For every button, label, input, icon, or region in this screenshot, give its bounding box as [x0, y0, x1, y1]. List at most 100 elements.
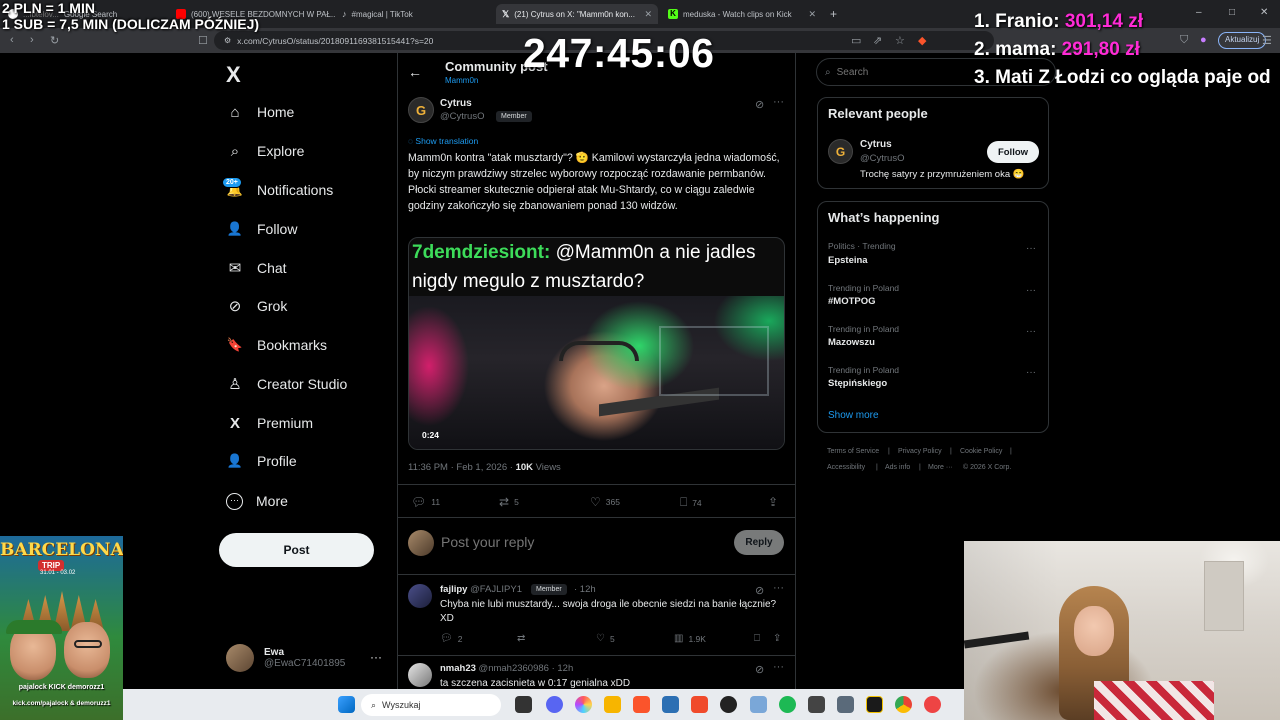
- app-icon[interactable]: [837, 696, 854, 713]
- nav-explore[interactable]: ⌕ Explore: [226, 141, 305, 161]
- footer-ads-info[interactable]: Ads info: [885, 464, 910, 471]
- x-logo-icon[interactable]: X: [226, 62, 241, 88]
- star-icon[interactable]: ☆: [895, 34, 905, 47]
- grok-icon[interactable]: ⊘: [755, 98, 764, 111]
- reply-button[interactable]: Reply: [734, 530, 784, 555]
- nav-notifications[interactable]: 🔔 Notifications: [226, 180, 333, 200]
- repost-action[interactable]: ⇄: [517, 633, 525, 644]
- relevant-person-handle[interactable]: @CytrusO: [860, 153, 904, 164]
- share-action[interactable]: ⇪: [768, 495, 778, 509]
- more-options-icon[interactable]: ···: [773, 582, 784, 594]
- windows-start-icon[interactable]: [338, 696, 355, 713]
- cast-icon[interactable]: ▭: [851, 34, 861, 47]
- discord-icon[interactable]: [546, 696, 563, 713]
- file-explorer-icon[interactable]: [604, 696, 621, 713]
- avatar[interactable]: [408, 584, 432, 608]
- trend-item[interactable]: #MOTPOG: [828, 296, 876, 307]
- creator-studio-icon: ♙: [228, 376, 242, 393]
- back-arrow-icon[interactable]: ←: [408, 64, 422, 80]
- nav-more[interactable]: ⋯ More: [226, 491, 288, 511]
- comment-handle[interactable]: @FAJLIPY1: [470, 584, 522, 595]
- more-options-icon[interactable]: ···: [1026, 285, 1036, 296]
- obs-icon[interactable]: [720, 696, 737, 713]
- bookmark-action[interactable]: ⎕ 74: [680, 495, 702, 510]
- account-more-icon[interactable]: ···: [370, 650, 382, 664]
- comment-handle[interactable]: @nmah2360986: [479, 663, 549, 674]
- like-action[interactable]: ♡ 365: [590, 495, 620, 509]
- nav-home[interactable]: ⌂ Home: [226, 102, 294, 122]
- chrome-icon[interactable]: [895, 696, 912, 713]
- close-tab-icon[interactable]: ✕: [644, 9, 652, 20]
- more-options-icon[interactable]: ···: [773, 661, 784, 673]
- grok-icon[interactable]: ⊘: [755, 663, 764, 676]
- relevant-person-name[interactable]: Cytrus: [860, 139, 892, 150]
- views-action[interactable]: ▥ 1.9K: [674, 633, 706, 644]
- reply-input[interactable]: [441, 534, 721, 550]
- tweet-author-handle[interactable]: @CytrusO: [440, 111, 484, 122]
- post-button[interactable]: Post: [219, 533, 374, 567]
- new-tab-button[interactable]: +: [824, 4, 844, 24]
- brave-icon[interactable]: [633, 696, 650, 713]
- copilot-icon[interactable]: [575, 696, 592, 713]
- like-action[interactable]: ♡ 5: [596, 633, 615, 644]
- app-icon[interactable]: [662, 696, 679, 713]
- app-icon[interactable]: [691, 696, 708, 713]
- show-more-link[interactable]: Show more: [828, 410, 879, 421]
- avatar[interactable]: G: [828, 139, 853, 164]
- close-tab-icon[interactable]: ✕: [808, 9, 816, 20]
- task-view-icon[interactable]: [515, 696, 532, 713]
- spotify-icon[interactable]: [779, 696, 796, 713]
- nav-profile[interactable]: 👤 Profile: [226, 451, 297, 471]
- show-translation-link[interactable]: ◌ Show translation: [408, 136, 478, 146]
- grok-icon[interactable]: ⊘: [755, 584, 764, 597]
- nav-grok[interactable]: ⊘ Grok: [226, 296, 288, 316]
- footer-terms[interactable]: Terms of Service: [827, 448, 879, 455]
- app-icon[interactable]: [808, 696, 825, 713]
- footer-privacy[interactable]: Privacy Policy: [898, 448, 942, 455]
- more-options-icon[interactable]: ···: [1026, 367, 1036, 378]
- nav-label: Grok: [257, 298, 288, 314]
- trend-item[interactable]: Stępińskiego: [828, 378, 887, 389]
- bookmark-action[interactable]: ⎕: [754, 633, 760, 644]
- footer-more[interactable]: More ···: [928, 464, 953, 471]
- brave-shield-icon[interactable]: ◆: [918, 34, 926, 47]
- footer-accessibility[interactable]: Accessibility: [827, 464, 865, 471]
- trend-item[interactable]: Mazowszu: [828, 337, 875, 348]
- tab-kick[interactable]: K meduska - Watch clips on Kick ✕: [662, 4, 822, 24]
- avatar[interactable]: [408, 663, 432, 687]
- video-player[interactable]: 7demdziesiont: @Mamm0n a nie jadles nigd…: [408, 237, 785, 450]
- forward-icon[interactable]: ›: [30, 34, 34, 46]
- footer-cookie[interactable]: Cookie Policy: [960, 448, 1002, 455]
- more-options-icon[interactable]: ···: [773, 96, 784, 108]
- nav-bookmarks[interactable]: 🔖 Bookmarks: [226, 335, 327, 355]
- account-switcher[interactable]: Ewa @EwaC71401895: [226, 644, 345, 672]
- reload-icon[interactable]: ↻: [50, 34, 59, 47]
- app-icon[interactable]: [924, 696, 941, 713]
- follow-button[interactable]: Follow: [987, 141, 1039, 163]
- nav-chat[interactable]: ✉ Chat: [226, 258, 287, 278]
- community-link[interactable]: Mamm0n: [445, 76, 478, 85]
- nav-follow[interactable]: 👤 Follow: [226, 219, 298, 239]
- tab-x-cytrus[interactable]: 𝕏 (21) Cytrus on X: "Mamm0n kon... ✕: [496, 4, 658, 24]
- comment-author[interactable]: nmah23: [440, 663, 476, 674]
- bookmark-icon[interactable]: ☐: [198, 34, 208, 47]
- tweet-author-name[interactable]: Cytrus: [440, 98, 472, 109]
- repost-action[interactable]: ⇄ 5: [499, 495, 519, 509]
- app-icon[interactable]: [866, 696, 883, 713]
- photos-icon[interactable]: [750, 696, 767, 713]
- share-action[interactable]: ⇪: [773, 633, 781, 644]
- nav-creator-studio[interactable]: ♙ Creator Studio: [226, 374, 347, 394]
- avatar[interactable]: G: [408, 97, 434, 123]
- site-info-icon[interactable]: ⚙: [224, 36, 231, 45]
- nav-premium[interactable]: X Premium: [226, 413, 313, 433]
- comment-author[interactable]: fajlipy: [440, 584, 467, 595]
- more-options-icon[interactable]: ···: [1026, 326, 1036, 337]
- taskbar-search[interactable]: ⌕ Wyszukaj: [361, 694, 501, 716]
- back-icon[interactable]: ‹: [10, 34, 14, 46]
- share-icon[interactable]: ⇗: [873, 34, 882, 47]
- reply-action[interactable]: 💬︎ 11: [411, 495, 440, 509]
- reply-action[interactable]: 💬︎ 2: [440, 633, 462, 644]
- trend-item[interactable]: Epsteina: [828, 255, 868, 266]
- more-options-icon[interactable]: ···: [1026, 243, 1036, 254]
- tab-tiktok[interactable]: ♪ #magical | TikTok: [336, 4, 496, 24]
